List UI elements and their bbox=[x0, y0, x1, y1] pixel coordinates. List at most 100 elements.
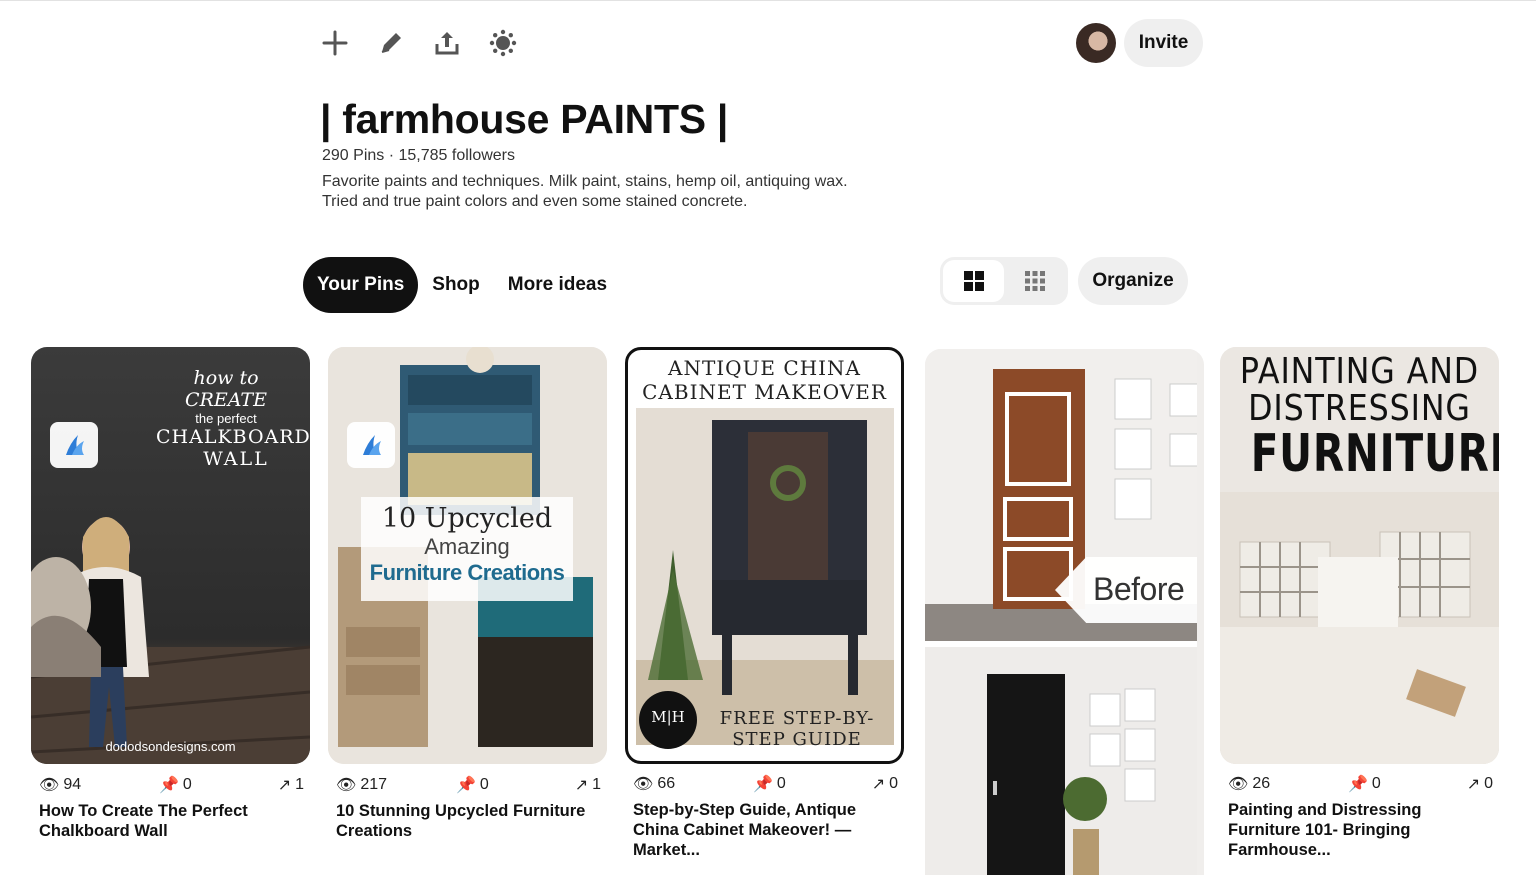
views-stat: 👁 66 bbox=[633, 774, 675, 794]
add-button[interactable] bbox=[318, 24, 352, 62]
pin-icon: 📌 bbox=[456, 777, 476, 794]
top-border bbox=[0, 0, 1536, 4]
eye-icon: 👁 bbox=[39, 777, 60, 794]
pin-title[interactable]: Step-by-Step Guide, Antique China Cabine… bbox=[633, 800, 903, 860]
pin-stats: 👁 217 📌 0 ↗ 1 bbox=[336, 775, 601, 795]
view-toggle bbox=[940, 257, 1068, 305]
overlay-line: FURNITURE bbox=[1250, 424, 1499, 484]
saves-count: 0 bbox=[479, 776, 489, 793]
avatar[interactable] bbox=[1076, 23, 1116, 63]
pin-title[interactable]: How To Create The Perfect Chalkboard Wal… bbox=[39, 801, 309, 841]
pin-photo-illustration bbox=[636, 408, 894, 749]
saves-count: 0 bbox=[776, 775, 786, 792]
overlay-line: Cabinet Makeover bbox=[642, 380, 887, 404]
clicks-count: 1 bbox=[592, 776, 601, 793]
saves-stat: 📌 0 bbox=[753, 774, 786, 794]
board-toolbar bbox=[318, 24, 520, 62]
views-count: 66 bbox=[657, 775, 676, 792]
overlay-line: CHALKBOARD bbox=[156, 426, 310, 448]
brand-logo: M|H bbox=[651, 708, 685, 726]
pin-title[interactable]: 10 Stunning Upcycled Furniture Creations bbox=[336, 801, 606, 841]
pin-card: Before bbox=[925, 349, 1204, 875]
pin-overlay-text: 10 Upcycled Amazing Furniture Creations bbox=[361, 497, 573, 601]
overlay-line: WALL bbox=[203, 448, 269, 470]
eye-icon: 👁 bbox=[336, 777, 357, 794]
before-label: Before bbox=[1093, 571, 1185, 607]
pin-image[interactable]: PAINTING AND DISTRESSING FURNITURE bbox=[1220, 347, 1499, 764]
pin-icon: 📌 bbox=[753, 776, 773, 793]
overlay-line: PAINTING AND bbox=[1239, 351, 1480, 392]
share-button[interactable] bbox=[430, 24, 464, 62]
saves-stat: 📌 0 bbox=[159, 775, 192, 795]
default-grid-button[interactable] bbox=[943, 260, 1004, 302]
small-grid-icon bbox=[1024, 271, 1045, 291]
views-stat: 👁 26 bbox=[1228, 774, 1270, 794]
pin-stats: 👁 26 📌 0 ↗ 0 bbox=[1228, 774, 1493, 794]
pin-image[interactable]: how to CREATE the perfect CHALKBOARD WAL… bbox=[31, 347, 310, 764]
sail-logo-icon bbox=[66, 435, 84, 455]
pin-card: PAINTING AND DISTRESSING FURNITURE 👁 26 📌… bbox=[1220, 347, 1499, 859]
save-badge[interactable] bbox=[50, 422, 98, 468]
overlay-line: Amazing bbox=[424, 534, 510, 559]
edit-button[interactable] bbox=[374, 24, 408, 62]
pin-title-line: Painting and Distressing bbox=[1228, 801, 1422, 819]
saves-stat: 📌 0 bbox=[1348, 774, 1381, 794]
overlay-line: Antique China bbox=[668, 356, 861, 380]
pin-title-line: Farmhouse... bbox=[1228, 841, 1331, 859]
views-count: 26 bbox=[1252, 775, 1271, 792]
pin-title-line: China Cabinet Makeover! — bbox=[633, 821, 852, 839]
clicks-stat: ↗ 1 bbox=[575, 775, 601, 795]
clicks-count: 0 bbox=[1484, 775, 1493, 792]
overlay-line: DISTRESSING bbox=[1248, 388, 1471, 429]
tab-your-pins[interactable]: Your Pins bbox=[303, 257, 419, 313]
pin-icon: 📌 bbox=[159, 777, 179, 794]
pin-overlay-text: PAINTING AND DISTRESSING FURNITURE bbox=[1220, 353, 1499, 481]
overlay-line: how to CREATE bbox=[185, 367, 267, 411]
tab-more-ideas[interactable]: More ideas bbox=[494, 257, 621, 313]
arrow-up-right-icon: ↗ bbox=[871, 776, 886, 793]
clicks-stat: ↗ 1 bbox=[278, 775, 304, 795]
clicks-count: 0 bbox=[889, 775, 898, 792]
eye-icon: 👁 bbox=[633, 776, 654, 793]
clicks-count: 1 bbox=[295, 776, 304, 793]
pin-image[interactable]: Before bbox=[925, 349, 1204, 875]
save-badge[interactable] bbox=[347, 422, 395, 468]
board-description-line: Favorite paints and techniques. Milk pai… bbox=[322, 173, 848, 190]
pin-card: 10 Upcycled Amazing Furniture Creations … bbox=[328, 347, 607, 840]
invite-button[interactable]: Invite bbox=[1124, 19, 1203, 67]
pin-card: Antique China Cabinet Makeover Free Step… bbox=[625, 347, 904, 859]
clicks-stat: ↗ 0 bbox=[1467, 774, 1493, 794]
board-meta: 290 Pins · 15,785 followers bbox=[322, 147, 515, 164]
pin-image[interactable]: Antique China Cabinet Makeover Free Step… bbox=[625, 347, 904, 764]
pin-title-line: Chalkboard Wall bbox=[39, 822, 168, 840]
compact-grid-button[interactable] bbox=[1004, 260, 1065, 302]
plus-icon bbox=[322, 30, 348, 56]
arrow-up-right-icon: ↗ bbox=[574, 777, 589, 794]
pin-image[interactable]: 10 Upcycled Amazing Furniture Creations bbox=[328, 347, 607, 764]
pin-title-line: Furniture 101- Bringing bbox=[1228, 821, 1411, 839]
saves-count: 0 bbox=[182, 776, 192, 793]
pencil-icon bbox=[381, 33, 401, 53]
pin-card: how to CREATE the perfect CHALKBOARD WAL… bbox=[31, 347, 310, 840]
overlay-line: Step Guide bbox=[732, 729, 862, 750]
eye-icon: 👁 bbox=[1228, 776, 1249, 793]
clicks-stat: ↗ 0 bbox=[872, 774, 898, 794]
overlay-line: Free Step-by- bbox=[719, 708, 875, 729]
pin-stats: 👁 94 📌 0 ↗ 1 bbox=[39, 775, 304, 795]
views-count: 94 bbox=[63, 776, 82, 793]
saves-stat: 📌 0 bbox=[456, 775, 489, 795]
board-tabs: Your Pins Shop More ideas bbox=[303, 257, 621, 313]
pin-title-line: Market... bbox=[633, 841, 700, 859]
overlay-line: 10 Upcycled bbox=[381, 503, 553, 534]
pin-title-line: Creations bbox=[336, 822, 413, 840]
pin-title-line: How To Create The Perfect bbox=[39, 802, 248, 820]
pin-overlay-text: how to CREATE the perfect CHALKBOARD WAL… bbox=[156, 367, 310, 470]
organize-button[interactable]: Organize bbox=[1078, 257, 1188, 305]
pin-title[interactable]: Painting and Distressing Furniture 101- … bbox=[1228, 800, 1498, 860]
arrow-up-right-icon: ↗ bbox=[1466, 776, 1481, 793]
tab-shop[interactable]: Shop bbox=[418, 257, 494, 313]
sail-logo-icon bbox=[363, 435, 381, 455]
pin-watermark: dododsondesigns.com bbox=[105, 739, 236, 754]
more-ideas-button[interactable] bbox=[486, 24, 520, 62]
share-icon bbox=[435, 32, 459, 55]
